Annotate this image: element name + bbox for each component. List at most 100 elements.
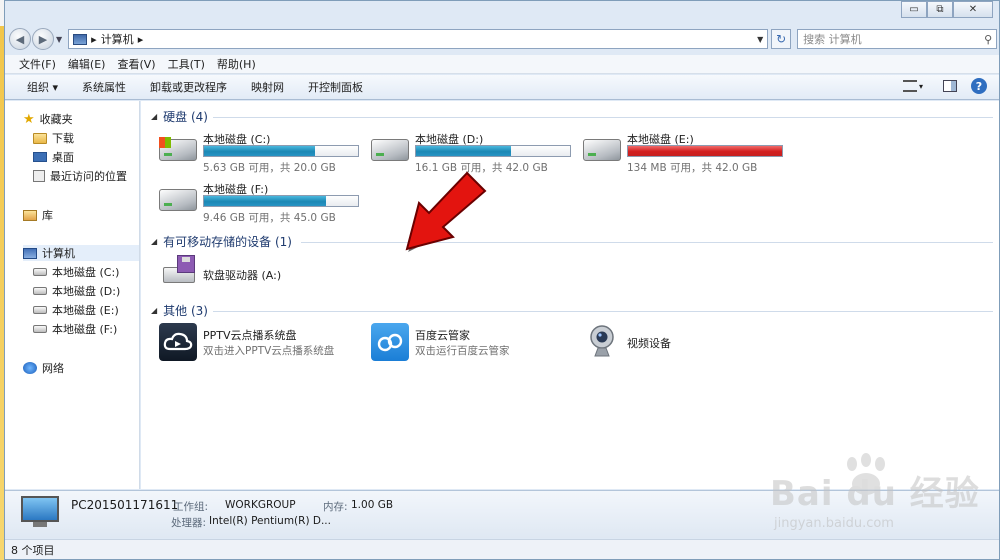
monitor-icon <box>21 496 59 522</box>
nav-network-label: 网络 <box>42 362 64 375</box>
network-icon <box>23 362 37 374</box>
nav-desktop[interactable]: 桌面 <box>33 149 74 165</box>
processor-label: 处理器: <box>171 517 207 529</box>
webcam-icon <box>583 323 621 361</box>
nav-network[interactable]: 网络 <box>23 360 64 376</box>
command-bar: 组织 ▾ 系统属性 卸载或更改程序 映射网 开控制面板 ▾ ? <box>5 75 999 100</box>
app-item-pptv[interactable]: PPTV云点播系统盘 双击进入PPTV云点播系统盘 <box>159 323 369 363</box>
forward-button[interactable]: ▶ <box>32 28 54 50</box>
refresh-button[interactable]: ↻ <box>771 29 792 49</box>
drive-item-f[interactable]: 本地磁盘 (F:) 9.46 GB 可用，共 45.0 GB <box>159 181 359 225</box>
nav-downloads[interactable]: 下载 <box>33 130 74 146</box>
app-title: PPTV云点播系统盘 <box>203 329 297 342</box>
menu-file[interactable]: 文件(F) <box>13 56 62 72</box>
nav-computer-label: 计算机 <box>42 247 75 260</box>
help-icon[interactable]: ? <box>971 78 987 94</box>
menu-edit[interactable]: 编辑(E) <box>62 56 112 72</box>
menu-view[interactable]: 查看(V) <box>111 56 161 72</box>
hard-drive-icon <box>33 287 47 295</box>
nav-recent-label: 最近访问的位置 <box>50 170 127 183</box>
star-icon: ★ <box>23 111 35 127</box>
uninstall-program-button[interactable]: 卸载或更改程序 <box>138 79 239 95</box>
map-network-drive-button[interactable]: 映射网 <box>239 79 296 95</box>
library-icon <box>23 209 37 221</box>
nav-recent-places[interactable]: 最近访问的位置 <box>33 168 127 184</box>
floppy-drive-icon <box>159 255 199 289</box>
nav-drive-e[interactable]: 本地磁盘 (E:) <box>33 302 119 318</box>
group-other-label: 其他 (3) <box>163 304 208 318</box>
caption-buttons: ▭ ⧉ ✕ <box>901 1 993 19</box>
item-count: 8 个项目 <box>11 543 55 557</box>
navigation-pane: ★ 收藏夹 下载 桌面 最近访问的位置 库 计算机 本地磁盘 (C:) 本地磁盘… <box>5 101 140 489</box>
desktop-icon <box>33 152 47 162</box>
computer-icon <box>23 247 37 259</box>
nav-favorites-label: 收藏夹 <box>39 113 73 126</box>
details-pane: PC201501171611 工作组: WORKGROUP 内存: 1.00 G… <box>5 490 999 538</box>
nav-downloads-label: 下载 <box>52 132 74 145</box>
nav-favorites[interactable]: ★ 收藏夹 <box>23 111 73 127</box>
nav-drive-c-label: 本地磁盘 (C:) <box>52 266 120 279</box>
nav-drive-f[interactable]: 本地磁盘 (F:) <box>33 321 117 337</box>
history-dropdown[interactable]: ▼ <box>56 35 62 44</box>
drive-space-info: 9.46 GB 可用，共 45.0 GB <box>203 212 336 224</box>
group-header-removable[interactable]: ◢ 有可移动存储的设备 (1) <box>151 233 292 250</box>
hard-drive-icon <box>33 325 47 333</box>
preview-pane-icon[interactable] <box>943 80 957 92</box>
change-view-button[interactable]: ▾ <box>903 78 929 94</box>
app-title: 百度云管家 <box>415 329 470 342</box>
nav-drive-f-label: 本地磁盘 (F:) <box>52 323 118 336</box>
group-divider <box>213 117 993 118</box>
nav-drive-d-label: 本地磁盘 (D:) <box>52 285 121 298</box>
computer-name: PC201501171611 <box>71 498 179 512</box>
address-bar[interactable]: ▸ 计算机 ▸ ▼ <box>68 29 769 49</box>
floppy-disk-icon <box>177 255 195 273</box>
workgroup-value: WORKGROUP <box>225 499 296 511</box>
nav-computer[interactable]: 计算机 <box>23 245 139 261</box>
organize-button[interactable]: 组织 ▾ <box>15 79 70 95</box>
view-list-icon <box>903 80 917 92</box>
nav-libraries[interactable]: 库 <box>23 207 53 223</box>
maximize-button[interactable]: ⧉ <box>927 1 953 18</box>
processor-value: Intel(R) Pentium(R) D... <box>209 515 331 527</box>
group-header-hard-disks[interactable]: ◢ 硬盘 (4) <box>151 108 208 125</box>
memory-label: 内存: <box>323 501 348 513</box>
drive-item-c[interactable]: 本地磁盘 (C:) 5.63 GB 可用，共 20.0 GB <box>159 131 359 175</box>
app-item-baidu-cloud[interactable]: 百度云管家 双击运行百度云管家 <box>371 323 581 363</box>
menu-tools[interactable]: 工具(T) <box>162 56 211 72</box>
search-icon[interactable]: ⚲ <box>984 33 992 46</box>
system-properties-button[interactable]: 系统属性 <box>70 79 138 95</box>
app-description: 双击运行百度云管家 <box>415 345 510 357</box>
app-item-video-device[interactable]: 视频设备 <box>583 323 793 363</box>
explorer-window: ▭ ⧉ ✕ ◀ ▶ ▼ ▸ 计算机 ▸ ▼ ↻ 搜索 计算机 ⚲ 文件(F) 编… <box>4 0 1000 560</box>
path-separator[interactable]: ▸ <box>91 33 97 46</box>
minimize-button[interactable]: ▭ <box>901 1 927 18</box>
hard-drive-icon <box>33 306 47 314</box>
collapse-triangle-icon: ◢ <box>151 237 158 246</box>
drive-usage-bar <box>415 145 571 157</box>
group-divider <box>213 311 993 312</box>
group-hard-disks-label: 硬盘 (4) <box>163 110 208 124</box>
open-control-panel-button[interactable]: 开控制面板 <box>296 79 375 95</box>
back-button[interactable]: ◀ <box>9 28 31 50</box>
menu-help[interactable]: 帮助(H) <box>211 56 262 72</box>
group-removable-label: 有可移动存储的设备 (1) <box>163 235 292 249</box>
search-input[interactable]: 搜索 计算机 ⚲ <box>797 29 998 49</box>
path-separator-end[interactable]: ▸ <box>138 33 144 46</box>
drive-item-e[interactable]: 本地磁盘 (E:) 134 MB 可用，共 42.0 GB <box>583 131 783 175</box>
address-dropdown[interactable]: ▼ <box>753 35 767 44</box>
nav-libraries-label: 库 <box>42 209 53 222</box>
monitor-stand-icon <box>33 522 47 527</box>
app-title: 视频设备 <box>627 337 671 350</box>
floppy-drive-item[interactable]: 软盘驱动器 (A:) <box>159 255 319 291</box>
hard-drive-icon <box>33 268 47 276</box>
red-arrow-annotation <box>405 171 488 252</box>
close-button[interactable]: ✕ <box>953 1 993 18</box>
nav-drive-c[interactable]: 本地磁盘 (C:) <box>33 264 119 280</box>
pptv-cloud-icon <box>159 323 197 361</box>
forward-arrow-icon: ▶ <box>38 32 48 46</box>
memory-value: 1.00 GB <box>351 499 394 511</box>
group-header-other[interactable]: ◢ 其他 (3) <box>151 302 208 319</box>
nav-drive-d[interactable]: 本地磁盘 (D:) <box>33 283 120 299</box>
breadcrumb-computer[interactable]: 计算机 <box>101 31 134 47</box>
floppy-drive-name: 软盘驱动器 (A:) <box>203 269 282 282</box>
